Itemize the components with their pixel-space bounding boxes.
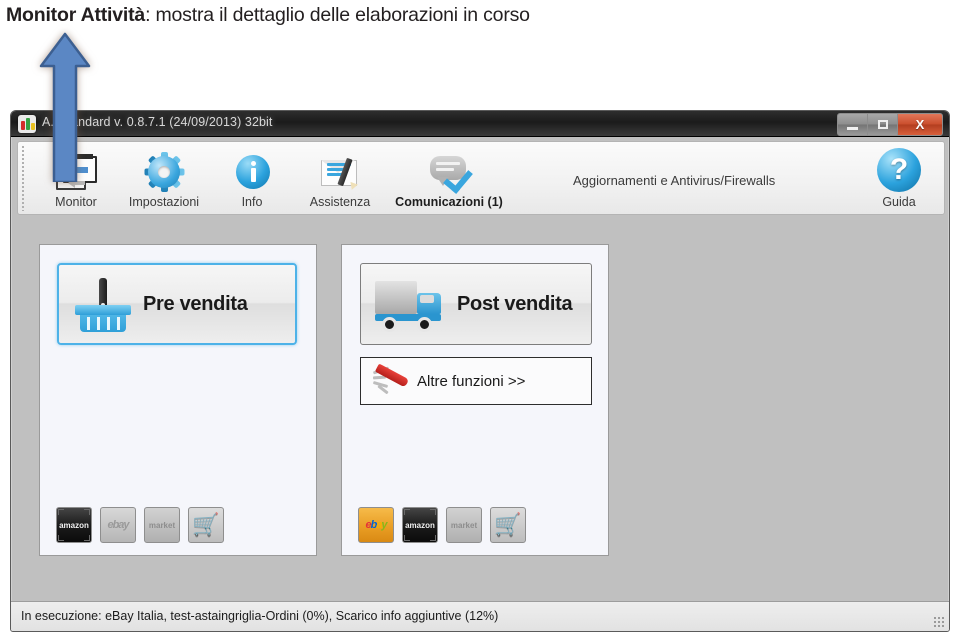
toolbar-updates-label: Aggiornamenti e Antivirus/Firewalls [573, 173, 776, 188]
status-bar: In esecuzione: eBay Italia, test-astaing… [11, 601, 949, 631]
panel-post-vendita: Post vendita Altre funzioni >> ebay amaz… [341, 244, 609, 556]
toolbar-label-impostazioni: Impostazioni [128, 195, 200, 209]
main-toolbar: Monitor Impostazioni Info Assistenza Com… [17, 141, 945, 215]
monitor-icon [54, 152, 98, 192]
post-vendita-marketplace-row: ebay amazon market 🛒 [358, 507, 526, 543]
toolbar-items: Monitor Impostazioni Info Assistenza Com… [32, 145, 514, 211]
panel-pre-vendita: Pre vendita amazon ebay market 🛒 [39, 244, 317, 556]
toolbar-label-monitor: Monitor [55, 195, 97, 209]
ebay-icon-text: ebay [107, 519, 129, 531]
pre-vendita-label: Pre vendita [143, 292, 248, 315]
amazon-icon-text: amazon [405, 520, 435, 530]
envelope-pencil-icon [318, 152, 362, 192]
caption-rest: : mostra il dettaglio delle elaborazioni… [145, 4, 530, 26]
toolbar-label-assistenza: Assistenza [309, 195, 371, 209]
toolbar-label-comunicazioni: Comunicazioni (1) [395, 195, 503, 209]
toolbar-item-impostazioni[interactable]: Impostazioni [120, 145, 208, 211]
toolbar-item-monitor[interactable]: Monitor [32, 145, 120, 211]
ebay-icon[interactable]: ebay [100, 507, 136, 543]
caption-bold-term: Monitor Attività [6, 4, 146, 26]
toolbar-label-guida: Guida [882, 195, 916, 209]
resize-grip-icon[interactable] [933, 616, 945, 628]
pre-vendita-marketplace-row: amazon ebay market 🛒 [56, 507, 224, 543]
cart-icon[interactable]: 🛒 [188, 507, 224, 543]
minimize-icon [847, 126, 858, 130]
close-button[interactable]: X [898, 114, 942, 135]
status-bar-text: In esecuzione: eBay Italia, test-astaing… [21, 609, 499, 623]
mercateo-icon-text: market [450, 520, 478, 530]
amazon-icon[interactable]: amazon [56, 507, 92, 543]
window-title: A...standard v. 0.8.7.1 (24/09/2013) 32b… [42, 115, 273, 129]
page-caption: Monitor Attività: mostra il dettaglio de… [6, 0, 954, 34]
window-controls: X [837, 113, 943, 136]
cart-icon[interactable]: 🛒 [490, 507, 526, 543]
maximize-icon [877, 120, 888, 129]
maximize-button[interactable] [868, 114, 898, 135]
window-titlebar[interactable]: A...standard v. 0.8.7.1 (24/09/2013) 32b… [11, 111, 949, 137]
pre-vendita-button[interactable]: Pre vendita [57, 263, 297, 345]
gear-icon [142, 152, 186, 192]
toolbar-grip[interactable] [21, 145, 25, 211]
altre-funzioni-label: Altre funzioni >> [417, 372, 526, 390]
delivery-truck-icon [373, 275, 449, 333]
toolbar-item-comunicazioni[interactable]: Comunicazioni (1) [384, 145, 514, 211]
toolbar-item-info[interactable]: Info [208, 145, 296, 211]
mercateo-icon[interactable]: market [446, 507, 482, 543]
mercateo-icon-text: market [148, 520, 176, 530]
post-vendita-label: Post vendita [457, 292, 573, 315]
info-icon [230, 152, 274, 192]
altre-funzioni-button[interactable]: Altre funzioni >> [360, 357, 592, 405]
question-mark-icon: ? [877, 148, 921, 192]
application-window: A...standard v. 0.8.7.1 (24/09/2013) 32b… [10, 110, 950, 632]
amazon-icon[interactable]: amazon [402, 507, 438, 543]
ebay-icon[interactable]: ebay [358, 507, 394, 543]
cart-glyph: 🛒 [192, 512, 220, 537]
toolbar-item-assistenza[interactable]: Assistenza [296, 145, 384, 211]
toolbar-label-info: Info [241, 195, 263, 209]
minimize-button[interactable] [838, 114, 868, 135]
mercateo-icon[interactable]: market [144, 507, 180, 543]
post-vendita-button[interactable]: Post vendita [360, 263, 592, 345]
ebay-icon-text: ebay [365, 519, 387, 531]
shopping-basket-icon [73, 274, 135, 334]
swiss-knife-icon [371, 363, 411, 397]
speech-check-icon [427, 152, 473, 194]
amazon-icon-text: amazon [59, 520, 89, 530]
app-logo-icon [18, 115, 36, 133]
toolbar-item-guida[interactable]: ? Guida [864, 145, 934, 211]
cart-glyph: 🛒 [494, 512, 522, 537]
